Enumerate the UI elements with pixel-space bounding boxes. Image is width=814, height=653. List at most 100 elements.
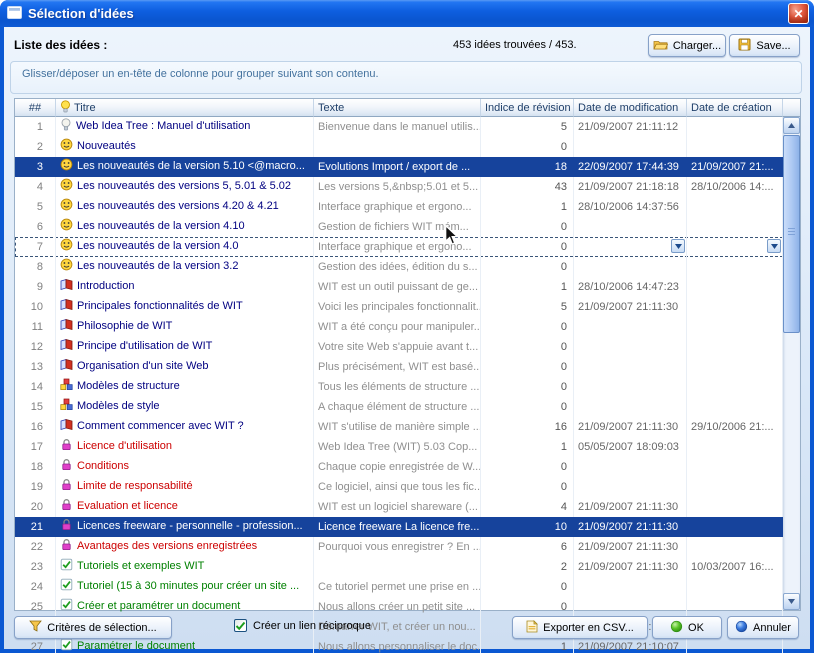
lock-icon [60,438,73,457]
date-created [687,137,783,157]
row-number: 17 [15,437,56,457]
date-created [687,577,783,597]
revision-index: 0 [481,237,574,257]
revision-index: 1 [481,197,574,217]
idea-title: Licences freeware - personnelle - profes… [77,520,303,532]
date-modified: 28/10/2006 14:47:23 [574,277,687,297]
row-number: 12 [15,337,56,357]
idea-title: Organisation d'un site Web [77,360,209,372]
date-modified [574,577,687,597]
date-modified: 22/09/2007 17:44:39 [574,157,687,177]
date-dropdown-button[interactable] [767,239,781,253]
idea-text: Nous allons personnaliser le doc... [314,637,481,653]
table-row[interactable]: 14Modèles de structureTous les éléments … [15,377,783,397]
ok-button[interactable]: OK [652,616,722,639]
check-icon [60,598,73,617]
table-row[interactable]: 22Avantages des versions enregistréesPou… [15,537,783,557]
date-created [687,297,783,317]
idea-title: Paramétrer le document [77,640,195,652]
date-modified: 21/09/2007 21:10:07 [574,637,687,653]
cancel-button[interactable]: Annuler [727,616,799,639]
idea-text: Chaque copie enregistrée de W... [314,457,481,477]
date-dropdown-button[interactable] [671,239,685,253]
save-button[interactable]: Save... [729,34,800,57]
date-created [687,537,783,557]
idea-text: Bienvenue dans le manuel utilis... [314,117,481,137]
date-created [687,217,783,237]
date-modified [574,597,687,617]
date-created [687,437,783,457]
table-row[interactable]: 1Web Idea Tree : Manuel d'utilisationBie… [15,117,783,137]
revision-index: 0 [481,357,574,377]
vertical-scrollbar[interactable] [783,117,800,610]
list-label: Liste des idées : [14,38,107,52]
idea-title: Les nouveautés de la version 4.10 [77,220,245,232]
row-number: 8 [15,257,56,277]
check-icon [60,638,73,653]
idea-title: Evaluation et licence [77,500,178,512]
table-row[interactable]: 16Comment commencer avec WIT ?WIT s'util… [15,417,783,437]
load-button[interactable]: Charger... [648,34,726,57]
table-row[interactable]: 24Tutoriel (15 à 30 minutes pour créer u… [15,577,783,597]
column-header-titre[interactable]: Titre [56,99,314,117]
table-row[interactable]: 25Créer et paramétrer un documentNous al… [15,597,783,617]
idea-text: WIT est un logiciel shareware (... [314,497,481,517]
table-row[interactable]: 20Evaluation et licenceWIT est un logici… [15,497,783,517]
table-row[interactable]: 2Nouveautés0 [15,137,783,157]
idea-title-cell: Comment commencer avec WIT ? [56,417,314,437]
book-icon [60,298,73,317]
idea-text: WIT est un outil puissant de ge... [314,277,481,297]
table-row[interactable]: 13Organisation d'un site WebPlus précisé… [15,357,783,377]
idea-text: Votre site Web s'appuie avant t... [314,337,481,357]
row-number: 10 [15,297,56,317]
revision-index: 2 [481,557,574,577]
idea-text: WIT s'utilise de manière simple ... [314,417,481,437]
close-button[interactable]: ✕ [788,3,809,24]
table-row[interactable]: 7Les nouveautés de la version 4.0Interfa… [15,237,783,257]
date-modified [574,137,687,157]
date-modified: 21/09/2007 21:11:12 [574,117,687,137]
scroll-up-button[interactable] [783,117,800,134]
selection-criteria-button[interactable]: Critères de sélection... [14,616,172,639]
revision-index: 0 [481,317,574,337]
scroll-down-button[interactable] [783,593,800,610]
reciprocal-link-checkbox[interactable]: Créer un lien réciproque [234,619,371,632]
column-header-modification[interactable]: Date de modification [574,99,687,117]
scrollbar-thumb[interactable] [783,135,800,333]
table-row[interactable]: 19Limite de responsabilitéCe logiciel, a… [15,477,783,497]
row-number: 11 [15,317,56,337]
table-row[interactable]: 18ConditionsChaque copie enregistrée de … [15,457,783,477]
idea-title-cell: Avantages des versions enregistrées [56,537,314,557]
column-header-revision[interactable]: Indice de révision [481,99,574,117]
dialog-client-area: Liste des idées : 453 idées trouvées / 4… [4,27,810,649]
table-row[interactable]: 10Principales fonctionnalités de WITVoic… [15,297,783,317]
table-row[interactable]: 27Paramétrer le documentNous allons pers… [15,637,783,653]
group-by-hint-panel[interactable]: Glisser/déposer un en-tête de colonne po… [10,61,802,94]
idea-text: A chaque élément de structure ... [314,397,481,417]
export-csv-button[interactable]: Exporter en CSV... [512,616,648,639]
table-row[interactable]: 21Licences freeware - personnelle - prof… [15,517,783,537]
table-row[interactable]: 11Philosophie de WITWIT a été conçu pour… [15,317,783,337]
table-row[interactable]: 3Les nouveautés de la version 5.10 <@mac… [15,157,783,177]
idea-text: Ce logiciel, ainsi que tous les fic... [314,477,481,497]
table-row[interactable]: 5Les nouveautés des versions 4.20 & 4.21… [15,197,783,217]
row-number: 1 [15,117,56,137]
titlebar[interactable]: Sélection d'idées ✕ [0,0,814,27]
table-row[interactable]: 8Les nouveautés de la version 3.2Gestion… [15,257,783,277]
table-row[interactable]: 4Les nouveautés des versions 5, 5.01 & 5… [15,177,783,197]
column-header-texte[interactable]: Texte [314,99,481,117]
table-row[interactable]: 9IntroductionWIT est un outil puissant d… [15,277,783,297]
idea-title: Principales fonctionnalités de WIT [77,300,243,312]
scrollbar-track[interactable] [783,134,800,593]
idea-text [314,557,481,577]
idea-title: Principe d'utilisation de WIT [77,340,212,352]
table-row[interactable]: 15Modèles de styleA chaque élément de st… [15,397,783,417]
column-header-creation[interactable]: Date de création [687,99,783,117]
date-created [687,497,783,517]
table-row[interactable]: 23Tutoriels et exemples WIT221/09/2007 2… [15,557,783,577]
table-row[interactable]: 17Licence d'utilisationWeb Idea Tree (WI… [15,437,783,457]
table-row[interactable]: 12 Principe d'utilisation de WIT Votre sit… [15,337,783,357]
table-row[interactable]: 6Les nouveautés de la version 4.10Gestio… [15,217,783,237]
column-header-num[interactable]: ## [15,99,56,117]
idea-title-cell: Tutoriels et exemples WIT [56,557,314,577]
